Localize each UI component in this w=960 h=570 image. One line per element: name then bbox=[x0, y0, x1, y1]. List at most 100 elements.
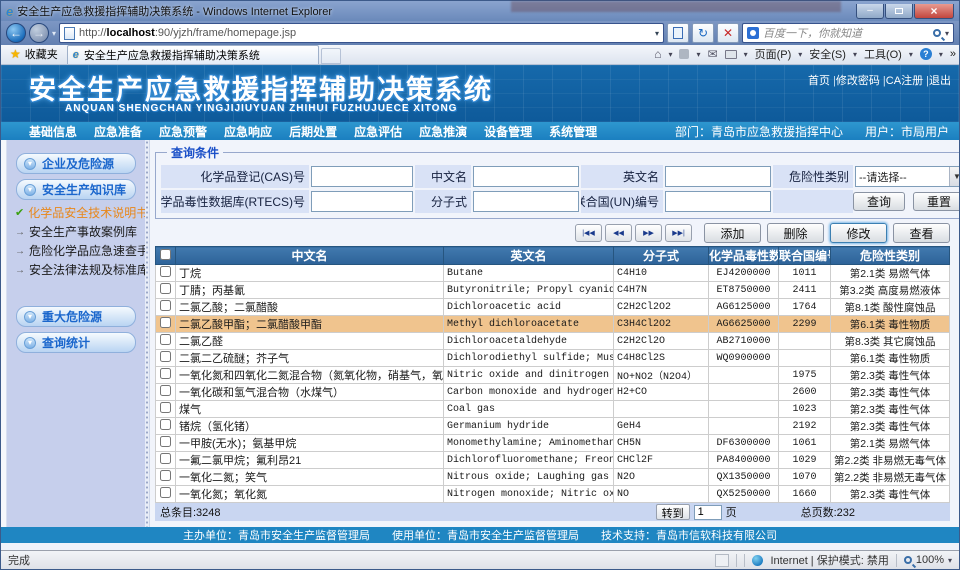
minimize-button[interactable]: – bbox=[856, 4, 884, 19]
row-checkbox[interactable] bbox=[160, 470, 171, 481]
table-row[interactable]: 一氧化氮和四氧化二氮混合物（氮氧化物，硝基气，氧化氮气体）Nitric oxid… bbox=[156, 367, 950, 384]
row-checkbox[interactable] bbox=[160, 283, 171, 294]
nav-item[interactable]: 应急评估 bbox=[354, 123, 402, 140]
table-row[interactable]: 一甲胺(无水)；氨基甲烷Monomethylamine; Aminomethan… bbox=[156, 435, 950, 452]
cas-input[interactable] bbox=[311, 166, 413, 187]
menu-safety[interactable]: 安全(S) bbox=[809, 46, 846, 62]
search-button[interactable]: 查询 bbox=[853, 192, 905, 211]
table-row[interactable]: 煤气Coal gas1023第2.3类 毒性气体 bbox=[156, 401, 950, 418]
row-checkbox[interactable] bbox=[160, 487, 171, 498]
sidebar-group-header[interactable]: ▾查询统计 bbox=[16, 332, 136, 353]
nav-item[interactable]: 系统管理 bbox=[549, 123, 597, 140]
first-page-button[interactable]: |◀◀ bbox=[575, 224, 602, 242]
nav-item[interactable]: 应急推演 bbox=[419, 123, 467, 140]
menu-page[interactable]: 页面(P) bbox=[755, 46, 792, 62]
prev-page-button[interactable]: ◀◀ bbox=[605, 224, 632, 242]
modify-button[interactable]: 修改 bbox=[830, 223, 887, 243]
row-checkbox[interactable] bbox=[160, 266, 171, 277]
nav-item[interactable]: 设备管理 bbox=[484, 123, 532, 140]
column-header[interactable]: 分子式 bbox=[614, 247, 709, 265]
table-row[interactable]: 一氧化氮；氧化氮Nitrogen monoxide; Nitric oxideN… bbox=[156, 486, 950, 503]
close-button[interactable]: × bbox=[914, 4, 954, 19]
sidebar-item[interactable]: →安全法律法规及标准库 bbox=[7, 261, 145, 280]
row-checkbox[interactable] bbox=[160, 402, 171, 413]
row-checkbox[interactable] bbox=[160, 334, 171, 345]
zoom-dropdown-icon[interactable]: ▾ bbox=[948, 556, 952, 565]
sidebar-group-header[interactable]: ▾重大危险源 bbox=[16, 306, 136, 327]
table-row[interactable]: 二氯乙醛DichloroacetaldehydeC2H2Cl2OAB271000… bbox=[156, 333, 950, 350]
new-tab-button[interactable] bbox=[321, 48, 341, 64]
help-icon[interactable]: ? bbox=[920, 48, 932, 60]
table-row[interactable]: 一氧化二氮；笑气Nitrous oxide; Laughing gasN2OQX… bbox=[156, 469, 950, 486]
table-row[interactable]: 一氧化碳和氢气混合物（水煤气）Carbon monoxide and hydro… bbox=[156, 384, 950, 401]
table-row[interactable]: 一氟二氯甲烷；氟利昂21Dichlorofluoromethane; Freon… bbox=[156, 452, 950, 469]
sidebar-group-header[interactable]: ▾安全生产知识库 bbox=[16, 179, 136, 200]
rtecs-input[interactable] bbox=[311, 191, 413, 212]
next-page-button[interactable]: ▶▶ bbox=[635, 224, 662, 242]
search-box[interactable]: 百度一下，你就知道 ▾ bbox=[742, 23, 954, 43]
zoom-control[interactable]: 100% ▾ bbox=[904, 554, 952, 566]
table-row[interactable]: 丁腈；丙基氰Butyronitrile; Propyl cyanideC4H7N… bbox=[156, 282, 950, 299]
column-header[interactable]: 化学品毒性数据... bbox=[709, 247, 779, 265]
row-checkbox[interactable] bbox=[160, 368, 171, 379]
nav-item[interactable]: 应急响应 bbox=[224, 123, 272, 140]
nav-item[interactable]: 基础信息 bbox=[29, 123, 77, 140]
table-row[interactable]: 二氯乙酸甲酯；二氯醋酸甲酯Methyl dichloroacetateC3H4C… bbox=[156, 316, 950, 333]
nav-item[interactable]: 后期处置 bbox=[289, 123, 337, 140]
forward-button[interactable]: → bbox=[29, 23, 49, 43]
address-bar[interactable]: http://localhost:90/yjzh/frame/homepage.… bbox=[59, 23, 664, 43]
nav-item[interactable]: 应急预警 bbox=[159, 123, 207, 140]
home-icon[interactable]: ⌂ bbox=[654, 47, 661, 61]
table-row[interactable]: 锗烷（氢化锗）Germanium hydrideGeH42192第2.3类 毒性… bbox=[156, 418, 950, 435]
row-checkbox[interactable] bbox=[160, 317, 171, 328]
row-checkbox[interactable] bbox=[160, 300, 171, 311]
table-row[interactable]: 二氯二乙硫醚；芥子气Dichlorodiethyl sulfide; Musta… bbox=[156, 350, 950, 367]
add-button[interactable]: 添加 bbox=[704, 223, 761, 243]
cn-name-input[interactable] bbox=[473, 166, 579, 187]
history-dropdown-icon[interactable]: ▾ bbox=[52, 29, 56, 38]
table-row[interactable]: 二氯乙酸；二氯醋酸Dichloroacetic acidC2H2Cl2O2AG6… bbox=[156, 299, 950, 316]
sidebar-group-header[interactable]: ▾企业及危险源 bbox=[16, 153, 136, 174]
sidebar-item[interactable]: →安全生产事故案例库 bbox=[7, 223, 145, 242]
select-all-checkbox[interactable] bbox=[160, 249, 171, 260]
address-dropdown-icon[interactable]: ▾ bbox=[655, 29, 659, 38]
row-checkbox[interactable] bbox=[160, 436, 171, 447]
table-row[interactable]: 丁烷ButaneC4H10EJ42000001011第2.1类 易燃气体 bbox=[156, 265, 950, 282]
column-header[interactable]: 联合国编号 bbox=[779, 247, 831, 265]
chevron-more-icon[interactable]: » bbox=[950, 48, 956, 60]
formula-input[interactable] bbox=[473, 191, 579, 212]
menu-tools[interactable]: 工具(O) bbox=[864, 46, 902, 62]
header-link[interactable]: 修改密码 bbox=[836, 75, 880, 87]
row-checkbox[interactable] bbox=[160, 385, 171, 396]
column-header[interactable]: 英文名 bbox=[444, 247, 614, 265]
goto-page-button[interactable]: 转到 bbox=[656, 504, 690, 520]
favorites-button[interactable]: ★ 收藏夹 bbox=[4, 46, 67, 64]
nav-item[interactable]: 应急准备 bbox=[94, 123, 142, 140]
search-dropdown-icon[interactable]: ▾ bbox=[945, 29, 949, 38]
back-button[interactable]: ← bbox=[6, 23, 26, 43]
browser-tab[interactable]: e 安全生产应急救援指挥辅助决策系统 bbox=[67, 45, 319, 64]
view-button[interactable]: 查看 bbox=[893, 223, 950, 243]
delete-button[interactable]: 删除 bbox=[767, 223, 824, 243]
header-link[interactable]: 退出 bbox=[929, 75, 951, 87]
compatibility-view-button[interactable] bbox=[667, 23, 689, 43]
en-name-input[interactable] bbox=[665, 166, 771, 187]
maximize-button[interactable] bbox=[885, 4, 913, 19]
feeds-icon[interactable] bbox=[679, 49, 689, 59]
print-icon[interactable] bbox=[725, 50, 737, 59]
sidebar-item[interactable]: →危险化学品应急速查手... bbox=[7, 242, 145, 261]
hazard-class-select[interactable]: --请选择-- ▼ bbox=[855, 166, 959, 187]
header-link[interactable]: CA注册 bbox=[886, 75, 923, 87]
column-header[interactable]: 危险性类别 bbox=[831, 247, 950, 265]
column-header[interactable]: 中文名 bbox=[176, 247, 444, 265]
row-checkbox[interactable] bbox=[160, 419, 171, 430]
reset-button[interactable]: 重置 bbox=[913, 192, 959, 211]
un-number-input[interactable] bbox=[665, 191, 771, 212]
mail-icon[interactable]: ✉ bbox=[708, 47, 718, 61]
row-checkbox[interactable] bbox=[160, 351, 171, 362]
stop-button[interactable]: ✕ bbox=[717, 23, 739, 43]
last-page-button[interactable]: ▶▶| bbox=[665, 224, 692, 242]
sidebar-item[interactable]: ✔化学品安全技术说明书 bbox=[7, 204, 145, 223]
header-link[interactable]: 首页 bbox=[808, 75, 830, 87]
refresh-button[interactable]: ↻ bbox=[692, 23, 714, 43]
